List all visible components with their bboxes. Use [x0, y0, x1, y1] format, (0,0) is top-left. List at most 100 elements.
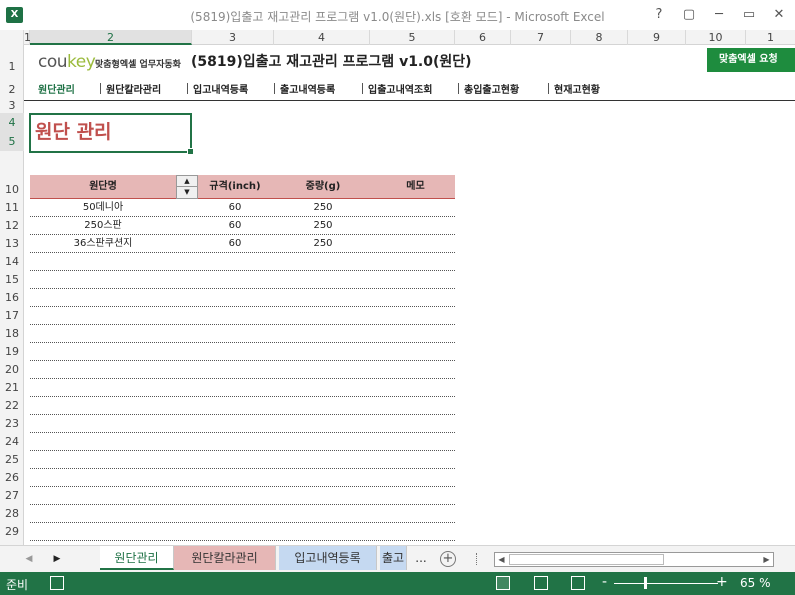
cell-fabric-name[interactable]: 250스판 [30, 217, 176, 235]
sheet-tab-fabric-management[interactable]: 원단관리 [100, 546, 174, 570]
sheet-tab-inbound-entry[interactable]: 입고내역등록 [279, 546, 377, 570]
row-header[interactable]: 25 [0, 451, 24, 469]
minimize-icon[interactable]: ─ [707, 5, 731, 25]
cell-weight[interactable]: 250 [270, 199, 376, 217]
page-heading[interactable]: 원단 관리 [29, 113, 194, 155]
row-header[interactable]: 14 [0, 253, 24, 271]
row-header[interactable]: 29 [0, 523, 24, 541]
custom-excel-request-button[interactable]: 맞춤엑셀 요청 [707, 48, 795, 72]
row-header[interactable] [0, 163, 24, 175]
row-header[interactable]: 27 [0, 487, 24, 505]
row-header[interactable]: 12 [0, 217, 24, 235]
column-fabric-name[interactable]: 원단명 [30, 175, 176, 199]
help-icon[interactable]: ? [647, 5, 671, 25]
row-header[interactable]: 21 [0, 379, 24, 397]
cell-fabric-name[interactable]: 50데니아 [30, 199, 176, 217]
table-row-divider [30, 288, 455, 289]
row-header[interactable]: 1 [0, 45, 24, 77]
nav-item-current-stock[interactable]: 현재고현황 [554, 81, 600, 96]
app-title: (5819)입출고 재고관리 프로그램 v1.0(원단) [191, 54, 472, 70]
row-header[interactable]: 11 [0, 199, 24, 217]
column-spec[interactable]: 규격(inch) [200, 175, 270, 199]
column-memo[interactable]: 메모 [376, 175, 455, 199]
nav-item-inbound-entry[interactable]: 입고내역등록 [193, 81, 248, 96]
nav-separator [187, 83, 188, 94]
row-header[interactable]: 15 [0, 271, 24, 289]
column-header[interactable]: 2 [30, 30, 192, 45]
select-all-corner[interactable] [0, 30, 24, 45]
row-header[interactable]: 13 [0, 235, 24, 253]
sheet-tab-fabric-color[interactable]: 원단칼라관리 [174, 546, 276, 570]
row-header[interactable]: 28 [0, 505, 24, 523]
row-header[interactable]: 19 [0, 343, 24, 361]
scroll-right-icon[interactable]: ▶ [760, 553, 773, 566]
zoom-out-icon[interactable]: - [602, 574, 607, 590]
row-header[interactable]: 10 [0, 175, 24, 199]
column-weight[interactable]: 중량(g) [270, 175, 376, 199]
sort-up-icon[interactable]: ▲ [177, 176, 197, 187]
zoom-level[interactable]: 65 % [740, 576, 771, 590]
row-header[interactable]: 22 [0, 397, 24, 415]
zoom-in-icon[interactable]: + [716, 574, 728, 590]
row-header[interactable]: 17 [0, 307, 24, 325]
tab-scroll-left-icon[interactable]: ◀ [22, 551, 36, 567]
scrollbar-thumb[interactable] [509, 554, 664, 565]
macro-record-icon[interactable] [50, 576, 64, 590]
cell-fabric-name[interactable]: 36스판쿠션지 [30, 235, 176, 253]
row-header[interactable]: 16 [0, 289, 24, 307]
column-header[interactable]: 4 [274, 30, 370, 45]
row-header[interactable]: 2 [0, 77, 24, 99]
sheet-navigation-menu: 원단관리 원단칼라관리 입고내역등록 출고내역등록 입출고내역조회 총입출고현황… [24, 77, 795, 101]
normal-view-icon[interactable] [496, 576, 510, 590]
column-header[interactable]: 5 [370, 30, 455, 45]
add-sheet-icon[interactable]: + [440, 551, 456, 567]
column-header[interactable]: 10 [686, 30, 746, 45]
zoom-slider-thumb[interactable] [644, 577, 647, 589]
nav-separator [100, 83, 101, 94]
close-icon[interactable]: ✕ [767, 5, 791, 25]
page-layout-view-icon[interactable] [534, 576, 548, 590]
cell-spec[interactable]: 60 [200, 235, 270, 253]
sort-spinner[interactable]: ▲ ▼ [176, 175, 198, 199]
tab-split-handle[interactable] [476, 553, 478, 565]
row-header[interactable]: 26 [0, 469, 24, 487]
cell-memo[interactable] [376, 199, 455, 217]
column-header[interactable]: 1 [746, 30, 795, 45]
sheet-tab-outbound-entry[interactable]: 출고 [380, 546, 407, 570]
nav-item-total-inout-status[interactable]: 총입출고현황 [464, 81, 519, 96]
horizontal-scrollbar[interactable]: ◀ ▶ [494, 552, 774, 567]
cell-weight[interactable]: 250 [270, 235, 376, 253]
restore-icon[interactable]: ▭ [737, 5, 761, 25]
row-header[interactable]: 5 [0, 132, 24, 151]
column-header[interactable]: 9 [628, 30, 686, 45]
cell-memo[interactable] [376, 235, 455, 253]
row-header[interactable]: 20 [0, 361, 24, 379]
column-header[interactable]: 6 [455, 30, 511, 45]
column-header[interactable]: 8 [571, 30, 628, 45]
row-header[interactable]: 3 [0, 99, 24, 113]
column-header[interactable]: 3 [192, 30, 274, 45]
ribbon-display-icon[interactable]: ▢ [677, 5, 701, 25]
scroll-left-icon[interactable]: ◀ [495, 553, 508, 566]
sort-down-icon[interactable]: ▼ [177, 187, 197, 198]
page-break-preview-icon[interactable] [571, 576, 585, 590]
nav-item-inout-history[interactable]: 입출고내역조회 [368, 81, 432, 96]
status-bar: 준비 - + 65 % [0, 572, 795, 595]
row-header[interactable]: 4 [0, 113, 24, 132]
nav-item-outbound-entry[interactable]: 출고내역등록 [280, 81, 335, 96]
nav-item-fabric-management[interactable]: 원단관리 [38, 81, 75, 96]
zoom-slider[interactable] [614, 583, 718, 584]
more-sheets-icon[interactable]: ... [410, 546, 432, 570]
tab-scroll-right-icon[interactable]: ▶ [50, 551, 64, 567]
cell-spec[interactable]: 60 [200, 217, 270, 235]
table-row-divider [30, 486, 455, 487]
cell-memo[interactable] [376, 217, 455, 235]
row-header[interactable]: 24 [0, 433, 24, 451]
row-header[interactable]: 23 [0, 415, 24, 433]
cell-spec[interactable]: 60 [200, 199, 270, 217]
row-header[interactable]: 18 [0, 325, 24, 343]
worksheet-grid[interactable]: coukey 맞춤형엑셀 업무자동화 (5819)입출고 재고관리 프로그램 v… [24, 45, 795, 545]
cell-weight[interactable]: 250 [270, 217, 376, 235]
column-header[interactable]: 7 [511, 30, 571, 45]
nav-item-fabric-color[interactable]: 원단칼라관리 [106, 81, 161, 96]
